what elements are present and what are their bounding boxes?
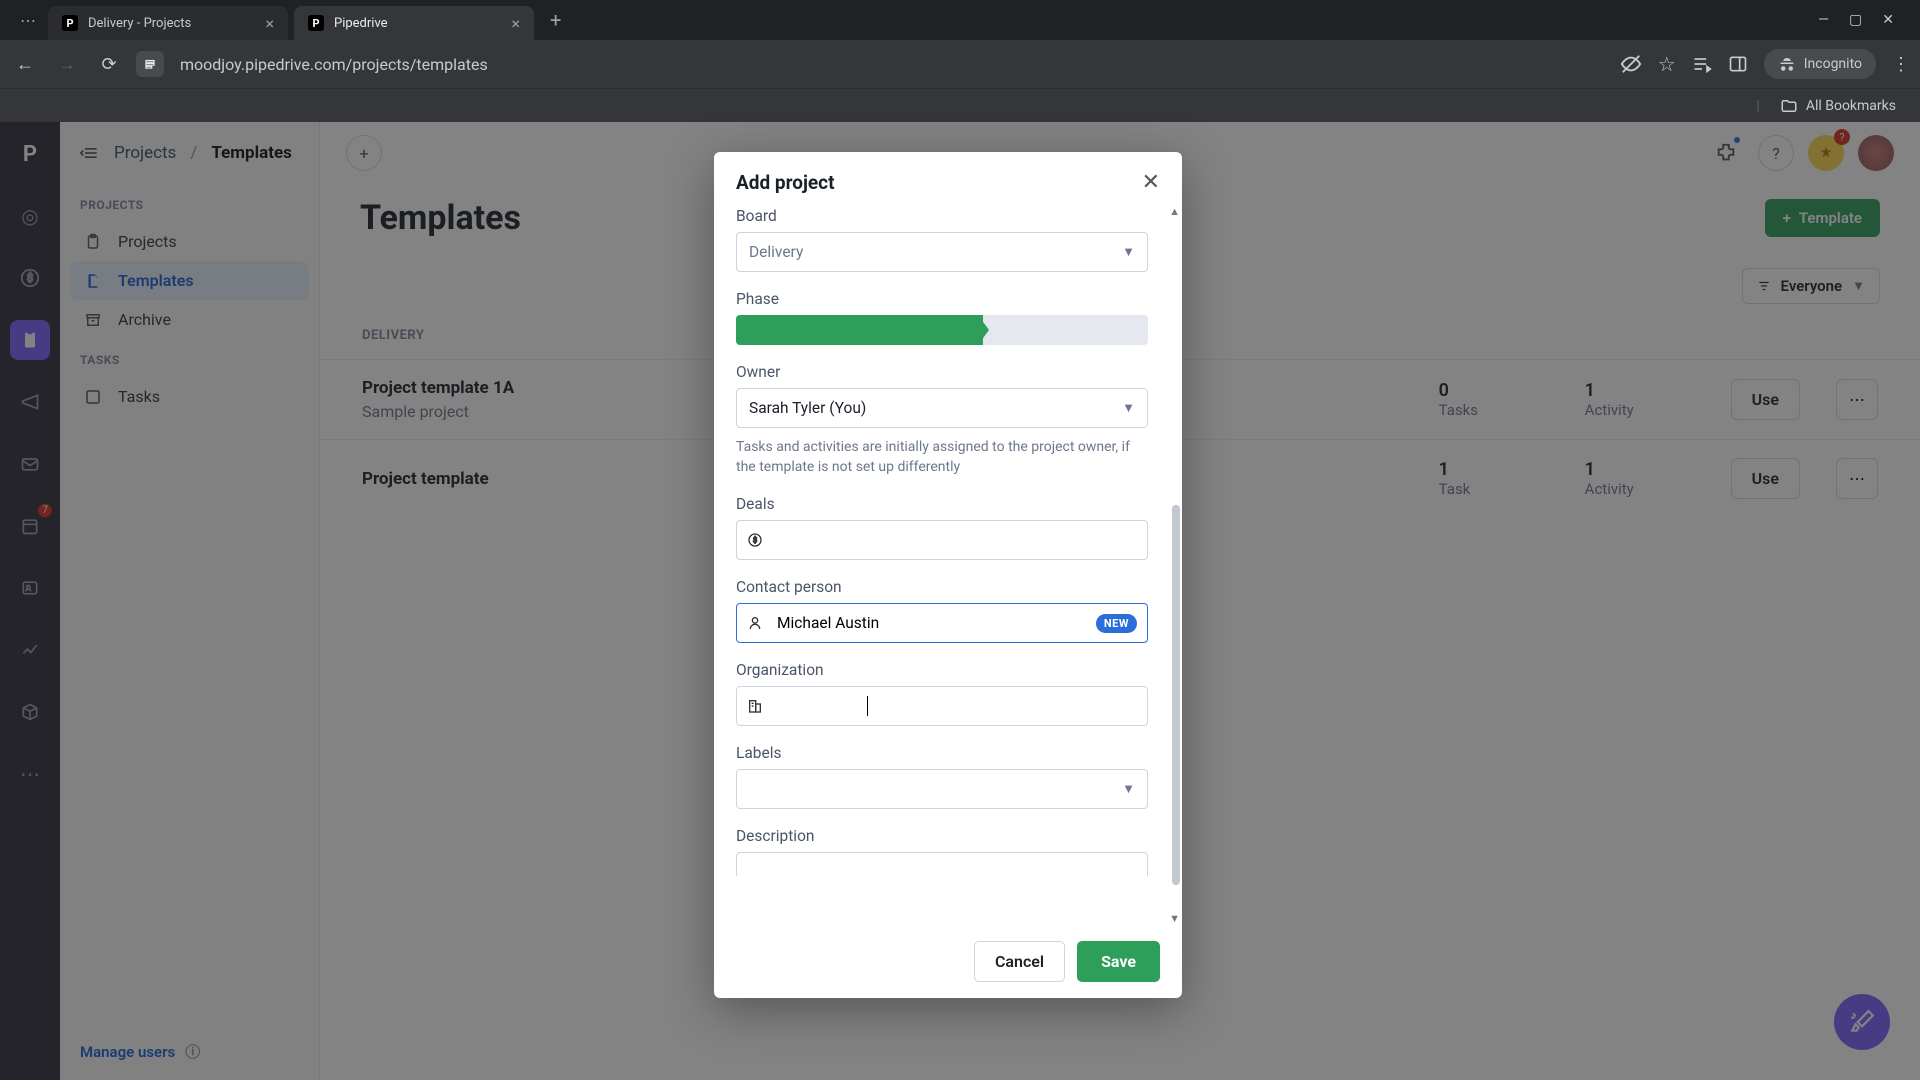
- owner-helper-text: Tasks and activities are initially assig…: [736, 438, 1148, 477]
- owner-select[interactable]: Sarah Tyler (You) ▼: [736, 388, 1148, 428]
- new-tab-button[interactable]: +: [540, 8, 571, 32]
- panel-icon[interactable]: [1728, 54, 1748, 74]
- chevron-down-icon: ▼: [1122, 781, 1135, 797]
- url-bar[interactable]: moodjoy.pipedrive.com/projects/templates: [176, 55, 1608, 74]
- field-label-owner: Owner: [736, 363, 1148, 381]
- tab-strip: ⋯ P Delivery - Projects × P Pipedrive × …: [0, 0, 1920, 40]
- chevron-down-icon: ▼: [1122, 244, 1135, 260]
- add-project-modal: Add project ✕ ▲ ▼ Board Delivery ▼ Phase: [714, 152, 1182, 998]
- field-label-labels: Labels: [736, 744, 1148, 762]
- close-icon[interactable]: ×: [265, 14, 274, 33]
- new-badge: NEW: [1096, 614, 1137, 633]
- playlist-icon[interactable]: [1692, 54, 1712, 74]
- field-label-org: Organization: [736, 661, 1148, 679]
- building-icon: [747, 698, 767, 714]
- all-bookmarks-label: All Bookmarks: [1806, 98, 1896, 114]
- contact-value: Michael Austin: [777, 614, 879, 632]
- incognito-indicator[interactable]: Incognito: [1764, 49, 1876, 79]
- close-icon[interactable]: ×: [511, 14, 520, 33]
- text-cursor: [867, 696, 868, 716]
- save-button[interactable]: Save: [1077, 941, 1160, 982]
- chevron-down-icon: ▼: [1122, 400, 1135, 416]
- description-input[interactable]: [736, 852, 1148, 876]
- browser-tab[interactable]: P Delivery - Projects ×: [48, 6, 288, 40]
- site-info-icon[interactable]: [136, 51, 164, 77]
- organization-input[interactable]: [736, 686, 1148, 726]
- field-label-board: Board: [736, 207, 1148, 225]
- url-text: moodjoy.pipedrive.com/projects/templates: [180, 55, 488, 74]
- scroll-up-icon[interactable]: ▲: [1169, 205, 1180, 218]
- owner-value: Sarah Tyler (You): [749, 399, 866, 417]
- deals-input[interactable]: $: [736, 520, 1148, 560]
- minimize-icon[interactable]: —: [1818, 12, 1829, 28]
- browser-tab[interactable]: P Pipedrive ×: [294, 6, 534, 40]
- field-label-phase: Phase: [736, 290, 1148, 308]
- person-icon: [747, 615, 767, 631]
- all-bookmarks-button[interactable]: All Bookmarks: [1780, 97, 1896, 115]
- cancel-button[interactable]: Cancel: [974, 941, 1065, 982]
- bookmarks-bar: | All Bookmarks: [0, 88, 1920, 122]
- scrollbar-thumb[interactable]: [1172, 505, 1180, 885]
- field-label-description: Description: [736, 827, 1148, 845]
- modal-title: Add project: [736, 171, 835, 194]
- favicon-icon: P: [62, 15, 78, 31]
- favicon-icon: P: [308, 15, 324, 31]
- labels-select[interactable]: ▼: [736, 769, 1148, 809]
- field-label-contact: Contact person: [736, 578, 1148, 596]
- dollar-icon: $: [747, 532, 767, 548]
- close-icon[interactable]: ✕: [1142, 170, 1160, 195]
- phase-selector[interactable]: [736, 315, 1148, 345]
- tab-menu-icon[interactable]: ⋯: [14, 5, 42, 36]
- back-button[interactable]: ←: [10, 49, 40, 79]
- star-icon[interactable]: ☆: [1658, 52, 1676, 76]
- field-label-deals: Deals: [736, 495, 1148, 513]
- forward-button: →: [52, 49, 82, 79]
- board-select[interactable]: Delivery ▼: [736, 232, 1148, 272]
- svg-text:$: $: [753, 536, 757, 545]
- board-value: Delivery: [749, 243, 803, 261]
- eye-off-icon[interactable]: [1620, 53, 1642, 75]
- close-window-icon[interactable]: ✕: [1882, 12, 1894, 28]
- browser-toolbar: ← → ⟳ moodjoy.pipedrive.com/projects/tem…: [0, 40, 1920, 88]
- kebab-menu-icon[interactable]: ⋮: [1892, 54, 1910, 75]
- scroll-down-icon[interactable]: ▼: [1169, 912, 1180, 925]
- incognito-label: Incognito: [1804, 56, 1862, 72]
- contact-input[interactable]: Michael Austin NEW: [736, 603, 1148, 643]
- reload-button[interactable]: ⟳: [94, 49, 124, 79]
- maximize-icon[interactable]: ▢: [1849, 12, 1862, 28]
- tab-title: Delivery - Projects: [88, 16, 191, 31]
- tab-title: Pipedrive: [334, 16, 388, 31]
